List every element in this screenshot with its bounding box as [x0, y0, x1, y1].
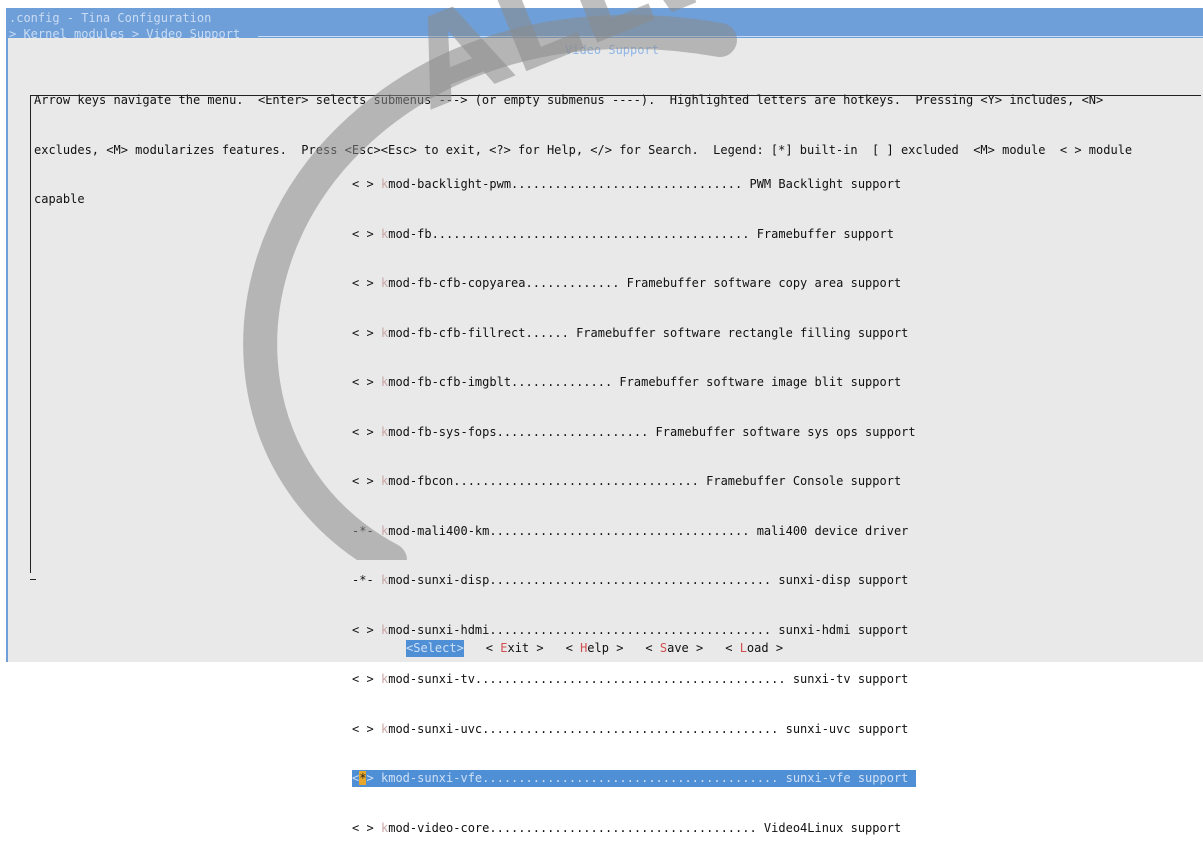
button-label: elp >	[587, 641, 624, 655]
item-hotkey: k	[381, 721, 389, 736]
item-hotkey: k	[381, 672, 389, 686]
item-label: mod-fb-sys-fops..................... Fra…	[388, 424, 916, 439]
select-button[interactable]: <Select>	[406, 640, 464, 657]
item-hotkey: k	[381, 226, 389, 241]
item-state[interactable]: < >	[352, 473, 381, 490]
menu-item[interactable]: < > k mod-fb-sys-fops.....................…	[352, 424, 916, 441]
item-state[interactable]: < >	[352, 622, 381, 639]
item-hotkey: k	[381, 523, 389, 538]
button-bracket: <	[645, 641, 660, 655]
item-hotkey: k	[381, 325, 389, 340]
item-label: mod-fbcon...............................…	[388, 474, 902, 488]
button-bar: <Select> < Exit > < Help > < Save > < Lo…	[406, 640, 805, 657]
item-label: mod-backlight-pwm.......................…	[388, 177, 902, 191]
item-state[interactable]: < >	[352, 721, 381, 738]
item-hotkey: k	[381, 820, 389, 835]
menu-item[interactable]: < > k mod-fb-cfb-imgblt.............. Fram…	[352, 374, 916, 391]
button-hotkey: L	[739, 641, 747, 655]
item-label: mod-sunxi-uvc...........................…	[388, 721, 909, 736]
menu-item-selected[interactable]: <*> k mod-sunxi-vfe.......................…	[352, 770, 916, 787]
item-state[interactable]: < >	[352, 325, 381, 342]
item-hotkey: k	[381, 622, 389, 637]
item-state[interactable]: < >	[352, 671, 381, 688]
button-bracket: <	[485, 641, 501, 655]
item-state[interactable]: < >	[352, 820, 381, 837]
item-label: mod-sunxi-hdmi..........................…	[388, 622, 909, 637]
menu-item[interactable]: < > k mod-fb-cfb-fillrect...... Framebuffe…	[352, 325, 916, 342]
item-hotkey: k	[381, 177, 389, 191]
item-hotkey: k	[381, 375, 389, 389]
breadcrumb-rule	[258, 36, 1203, 37]
item-state[interactable]: -*-	[352, 523, 381, 540]
cursor-star: *	[359, 771, 367, 785]
menu-item[interactable]: -*- k mod-mali400-km......................…	[352, 523, 916, 540]
item-hotkey: k	[381, 424, 389, 439]
button-bracket: <	[725, 641, 740, 655]
item-label: mod-fb..................................…	[388, 226, 894, 241]
menu-item[interactable]: < > k mod-sunxi-hdmi......................…	[352, 622, 916, 639]
button-label: ave >	[667, 641, 704, 655]
item-label: mod-sunxi-vfe...........................…	[388, 771, 909, 785]
item-label: mod-fb-cfb-imgblt.............. Framebuf…	[388, 375, 902, 389]
item-state[interactable]: < >	[352, 176, 381, 193]
mark-right: >	[366, 771, 374, 785]
load-button[interactable]: < Load >	[725, 640, 783, 657]
item-state[interactable]: <*>	[352, 770, 381, 787]
item-label: mod-video-core..........................…	[388, 820, 902, 835]
button-label: oad >	[746, 641, 784, 655]
menu-item[interactable]: < > k mod-sunxi-tv........................…	[352, 671, 916, 688]
item-state[interactable]: < >	[352, 226, 381, 243]
item-label: mod-sunxi-tv............................…	[388, 672, 909, 686]
item-hotkey: k	[381, 276, 389, 290]
item-state[interactable]: -*-	[352, 572, 381, 589]
item-state[interactable]: < >	[352, 275, 381, 292]
item-hotkey: k	[381, 573, 389, 587]
menu-item[interactable]: < > k mod-video-core......................…	[352, 820, 916, 837]
menu-item[interactable]: -*- k mod-sunxi-disp......................…	[352, 572, 916, 589]
item-hotkey: k	[381, 474, 389, 488]
item-label: mod-fb-cfb-copyarea............. Framebu…	[388, 276, 902, 290]
exit-button[interactable]: < Exit >	[486, 640, 544, 657]
menu-item[interactable]: < > k mod-sunxi-uvc.......................…	[352, 721, 916, 738]
item-label: mod-mali400-km..........................…	[388, 523, 909, 538]
menu-item[interactable]: < > k mod-fb..............................…	[352, 226, 916, 243]
item-state[interactable]: < >	[352, 374, 381, 391]
menu-item[interactable]: < > k mod-fbcon...........................…	[352, 473, 916, 490]
dialog-title: Video Support	[565, 43, 659, 57]
help-button[interactable]: < Help >	[566, 640, 624, 657]
window-title: .config - Tina Configuration	[9, 11, 212, 25]
menu-items: < > k mod-backlight-pwm...................…	[352, 143, 916, 853]
item-hotkey: k	[381, 771, 389, 785]
button-bracket: <	[565, 641, 581, 655]
save-button[interactable]: < Save >	[645, 640, 703, 657]
select-label: <Select>	[406, 641, 464, 655]
menu-item[interactable]: < > k mod-backlight-pwm...................…	[352, 176, 916, 193]
button-label: xit >	[507, 641, 544, 655]
item-label: mod-fb-cfb-fillrect...... Framebuffer so…	[388, 325, 909, 340]
menu-item[interactable]: < > k mod-fb-cfb-copyarea............. Fra…	[352, 275, 916, 292]
item-label: mod-sunxi-disp..........................…	[388, 573, 909, 587]
item-state[interactable]: < >	[352, 424, 381, 441]
